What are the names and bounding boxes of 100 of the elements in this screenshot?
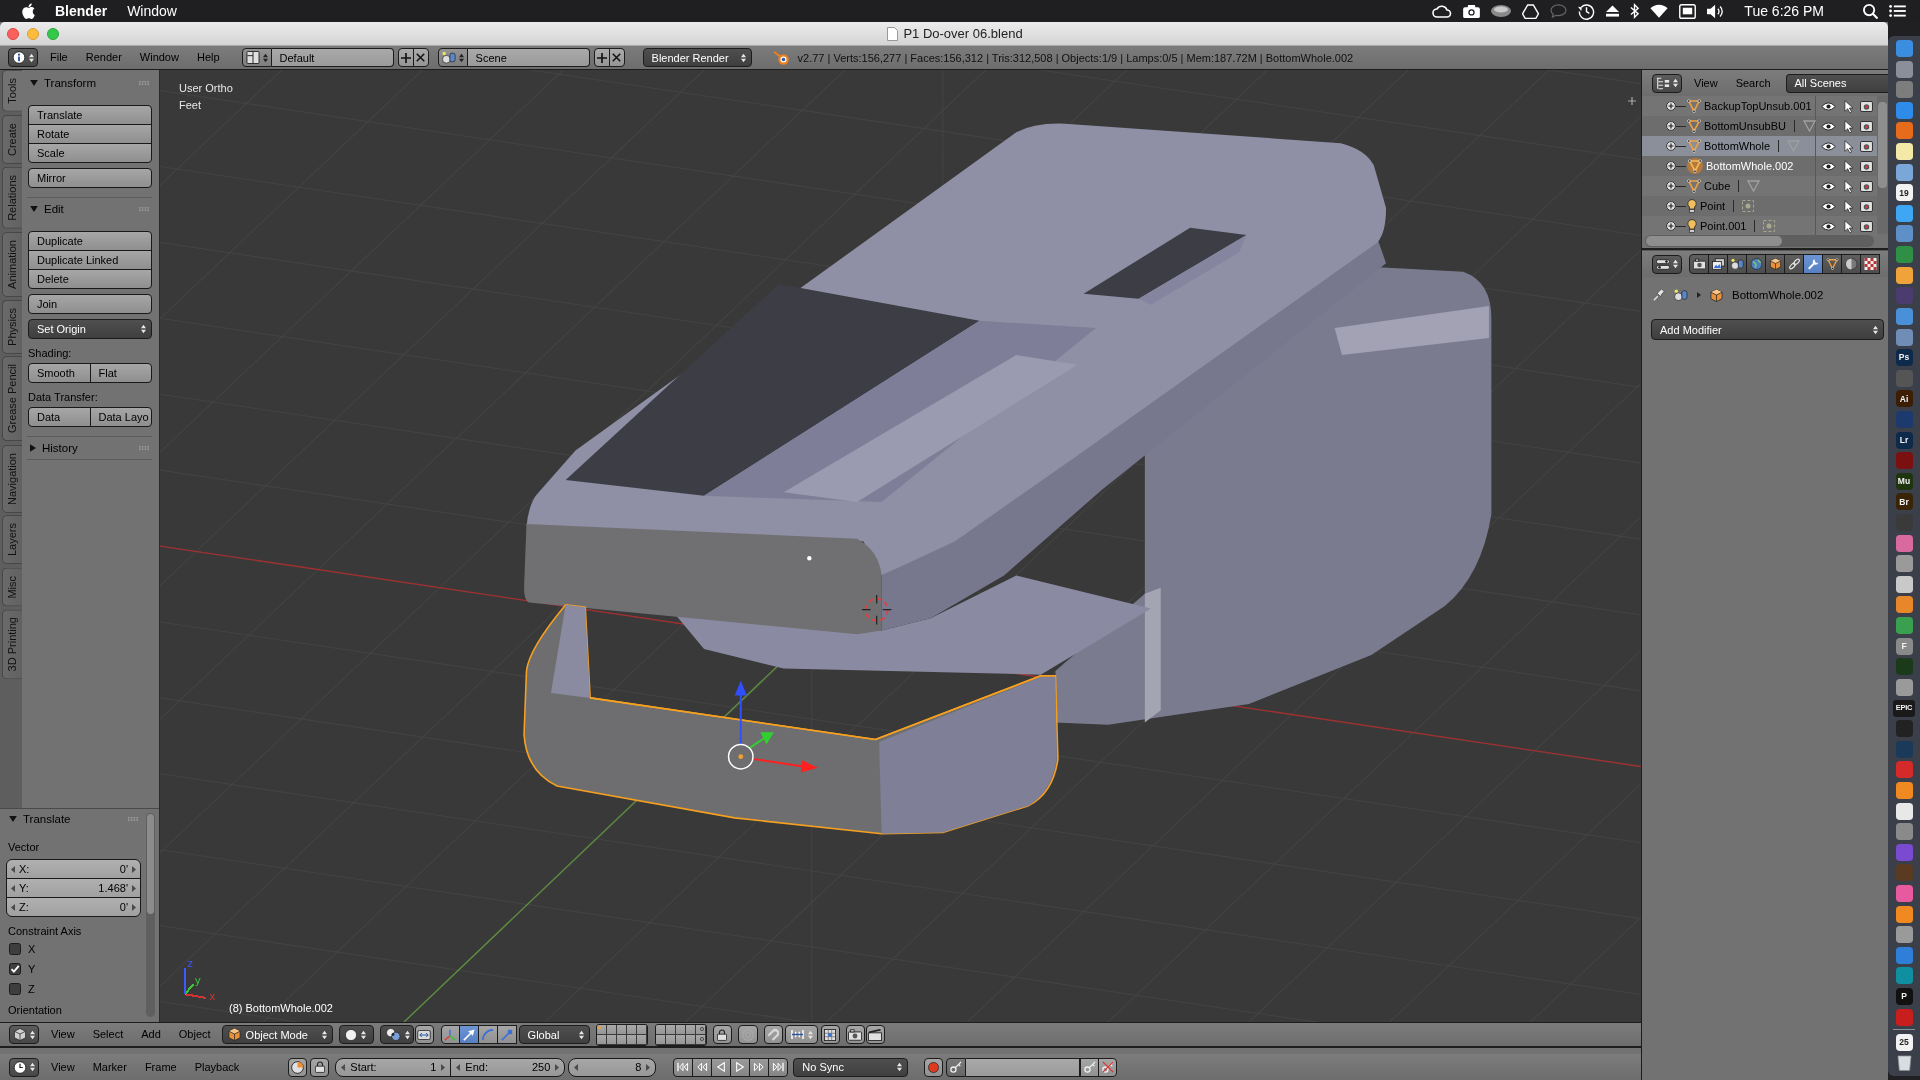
app-icon[interactable] bbox=[1895, 802, 1913, 820]
scene-name-field[interactable]: Scene bbox=[467, 48, 590, 67]
menu-item[interactable]: View bbox=[1685, 73, 1727, 93]
number-field[interactable]: Z: 0' bbox=[6, 897, 141, 917]
object-name[interactable]: Cube bbox=[1704, 180, 1731, 192]
sync-dropdown[interactable]: No Sync bbox=[793, 1057, 909, 1077]
outliner-row[interactable]: BottomUnsubBU bbox=[1642, 116, 1877, 136]
clock-icon[interactable] bbox=[1578, 2, 1596, 20]
tool-button[interactable]: Data Layo bbox=[89, 407, 152, 427]
left-arrow-icon[interactable] bbox=[341, 1063, 346, 1071]
app-icon[interactable] bbox=[1895, 143, 1913, 161]
left-arrow-icon[interactable] bbox=[456, 1063, 461, 1071]
eye-icon[interactable] bbox=[1821, 101, 1836, 111]
bluetooth-icon[interactable] bbox=[1630, 3, 1640, 19]
move-gizmo-drawing[interactable] bbox=[727, 680, 818, 773]
app-icon[interactable] bbox=[1895, 596, 1913, 614]
shading-dropdown[interactable] bbox=[338, 1025, 374, 1044]
menu-item[interactable]: Playback bbox=[185, 1057, 249, 1077]
light-bulb-icon[interactable] bbox=[1687, 199, 1697, 213]
editor-type-button[interactable] bbox=[9, 1025, 39, 1044]
dotted-square-icon[interactable] bbox=[1742, 200, 1755, 212]
eject-icon[interactable] bbox=[1606, 5, 1620, 17]
wifi-icon[interactable] bbox=[1650, 4, 1669, 18]
menu-item[interactable]: Window bbox=[130, 48, 188, 67]
tool-button[interactable]: Mirror bbox=[28, 168, 152, 188]
checkbox-label[interactable]: Y bbox=[28, 963, 36, 975]
editor-type-button[interactable] bbox=[1652, 254, 1682, 274]
properties-tab[interactable] bbox=[1727, 254, 1747, 274]
panel-title[interactable]: Edit bbox=[44, 203, 64, 215]
scrollbar-thumb[interactable] bbox=[1646, 236, 1783, 246]
layer-button[interactable] bbox=[675, 1034, 686, 1045]
editor-type-button[interactable] bbox=[9, 1057, 39, 1077]
cursor-arrow-icon[interactable] bbox=[1844, 219, 1853, 233]
render-engine-dropdown[interactable]: Blender Render bbox=[642, 48, 752, 67]
layer-button[interactable] bbox=[655, 1024, 666, 1035]
insert-keyframe-button[interactable] bbox=[1080, 1057, 1100, 1077]
cloud-icon[interactable] bbox=[1432, 4, 1453, 18]
app-icon[interactable]: 25 bbox=[1895, 1033, 1913, 1051]
app-icon[interactable] bbox=[1895, 204, 1913, 222]
object-name[interactable]: Point.001 bbox=[1700, 220, 1747, 232]
triangle-mesh-icon[interactable] bbox=[1687, 99, 1701, 113]
outliner-row[interactable]: Point bbox=[1642, 196, 1877, 216]
panel-title[interactable]: History bbox=[42, 442, 78, 454]
square-icon[interactable] bbox=[1679, 3, 1697, 19]
layer-button[interactable] bbox=[695, 1024, 706, 1035]
layer-button[interactable] bbox=[596, 1034, 607, 1045]
lock-button[interactable] bbox=[310, 1057, 330, 1077]
snap-element-dropdown[interactable] bbox=[784, 1025, 818, 1044]
menu-item[interactable]: Add bbox=[132, 1025, 170, 1044]
number-field[interactable]: Y: 1.468' bbox=[6, 878, 141, 898]
camera-icon[interactable] bbox=[1860, 100, 1873, 112]
layer-button[interactable] bbox=[636, 1034, 647, 1045]
properties-tab[interactable] bbox=[1841, 254, 1861, 274]
end-frame-field[interactable]: End: 250 bbox=[450, 1057, 566, 1077]
tool-button[interactable]: Translate bbox=[28, 105, 152, 125]
start-frame-field[interactable]: Start: 1 bbox=[335, 1057, 452, 1077]
menu-item[interactable]: View bbox=[42, 1025, 84, 1044]
playback-button[interactable] bbox=[749, 1057, 770, 1077]
checkbox[interactable] bbox=[9, 983, 21, 995]
layer-button[interactable] bbox=[685, 1034, 696, 1045]
camera-icon[interactable] bbox=[1860, 160, 1873, 172]
playback-button[interactable] bbox=[673, 1057, 694, 1077]
layer-button[interactable] bbox=[655, 1034, 666, 1045]
tool-button[interactable]: Data bbox=[28, 407, 91, 427]
app-icon[interactable]: Ps bbox=[1895, 349, 1913, 367]
sidebar-tab[interactable]: 3D Printing bbox=[2, 609, 22, 680]
light-bulb-icon[interactable] bbox=[1687, 219, 1697, 233]
camera-icon[interactable] bbox=[1860, 140, 1873, 152]
layer-button[interactable] bbox=[626, 1034, 637, 1045]
add-button[interactable] bbox=[593, 48, 610, 67]
tool-button[interactable]: Smooth bbox=[28, 363, 91, 383]
plus-circle-icon[interactable] bbox=[1666, 101, 1676, 111]
properties-tab[interactable] bbox=[1746, 254, 1766, 274]
apple-icon[interactable] bbox=[22, 3, 35, 19]
scrollbar-thumb[interactable] bbox=[147, 814, 154, 914]
sidebar-tab[interactable]: Create bbox=[2, 114, 22, 164]
app-icon[interactable]: F bbox=[1895, 637, 1913, 655]
keying-set-field[interactable] bbox=[966, 1057, 1081, 1077]
object-name[interactable]: BottomWhole.002 bbox=[1706, 160, 1794, 172]
panel-title[interactable]: Translate bbox=[23, 813, 71, 825]
scene-selector-button[interactable] bbox=[437, 48, 468, 67]
app-icon[interactable] bbox=[1895, 926, 1913, 944]
layer-button[interactable] bbox=[636, 1024, 647, 1035]
layer-button[interactable] bbox=[616, 1034, 627, 1045]
cursor-arrow-icon[interactable] bbox=[1844, 139, 1853, 153]
tool-button[interactable]: Rotate bbox=[28, 124, 152, 144]
tool-button[interactable]: Duplicate bbox=[28, 231, 152, 251]
menu-item[interactable]: View bbox=[42, 1057, 84, 1077]
camera-icon[interactable] bbox=[1860, 220, 1873, 232]
camera-icon[interactable] bbox=[1860, 200, 1873, 212]
caret-down-icon[interactable] bbox=[30, 80, 38, 86]
plus-circle-icon[interactable] bbox=[1666, 121, 1676, 131]
plus-circle-icon[interactable] bbox=[1666, 181, 1676, 191]
checkbox-label[interactable]: X bbox=[28, 943, 36, 955]
sidebar-tab[interactable]: Relations bbox=[2, 166, 22, 229]
camera-icon[interactable] bbox=[1860, 120, 1873, 132]
tool-button[interactable]: Scale bbox=[28, 143, 152, 163]
lock-button[interactable] bbox=[712, 1025, 732, 1044]
eye-icon[interactable] bbox=[1821, 121, 1836, 131]
cursor-arrow-icon[interactable] bbox=[1844, 99, 1853, 113]
